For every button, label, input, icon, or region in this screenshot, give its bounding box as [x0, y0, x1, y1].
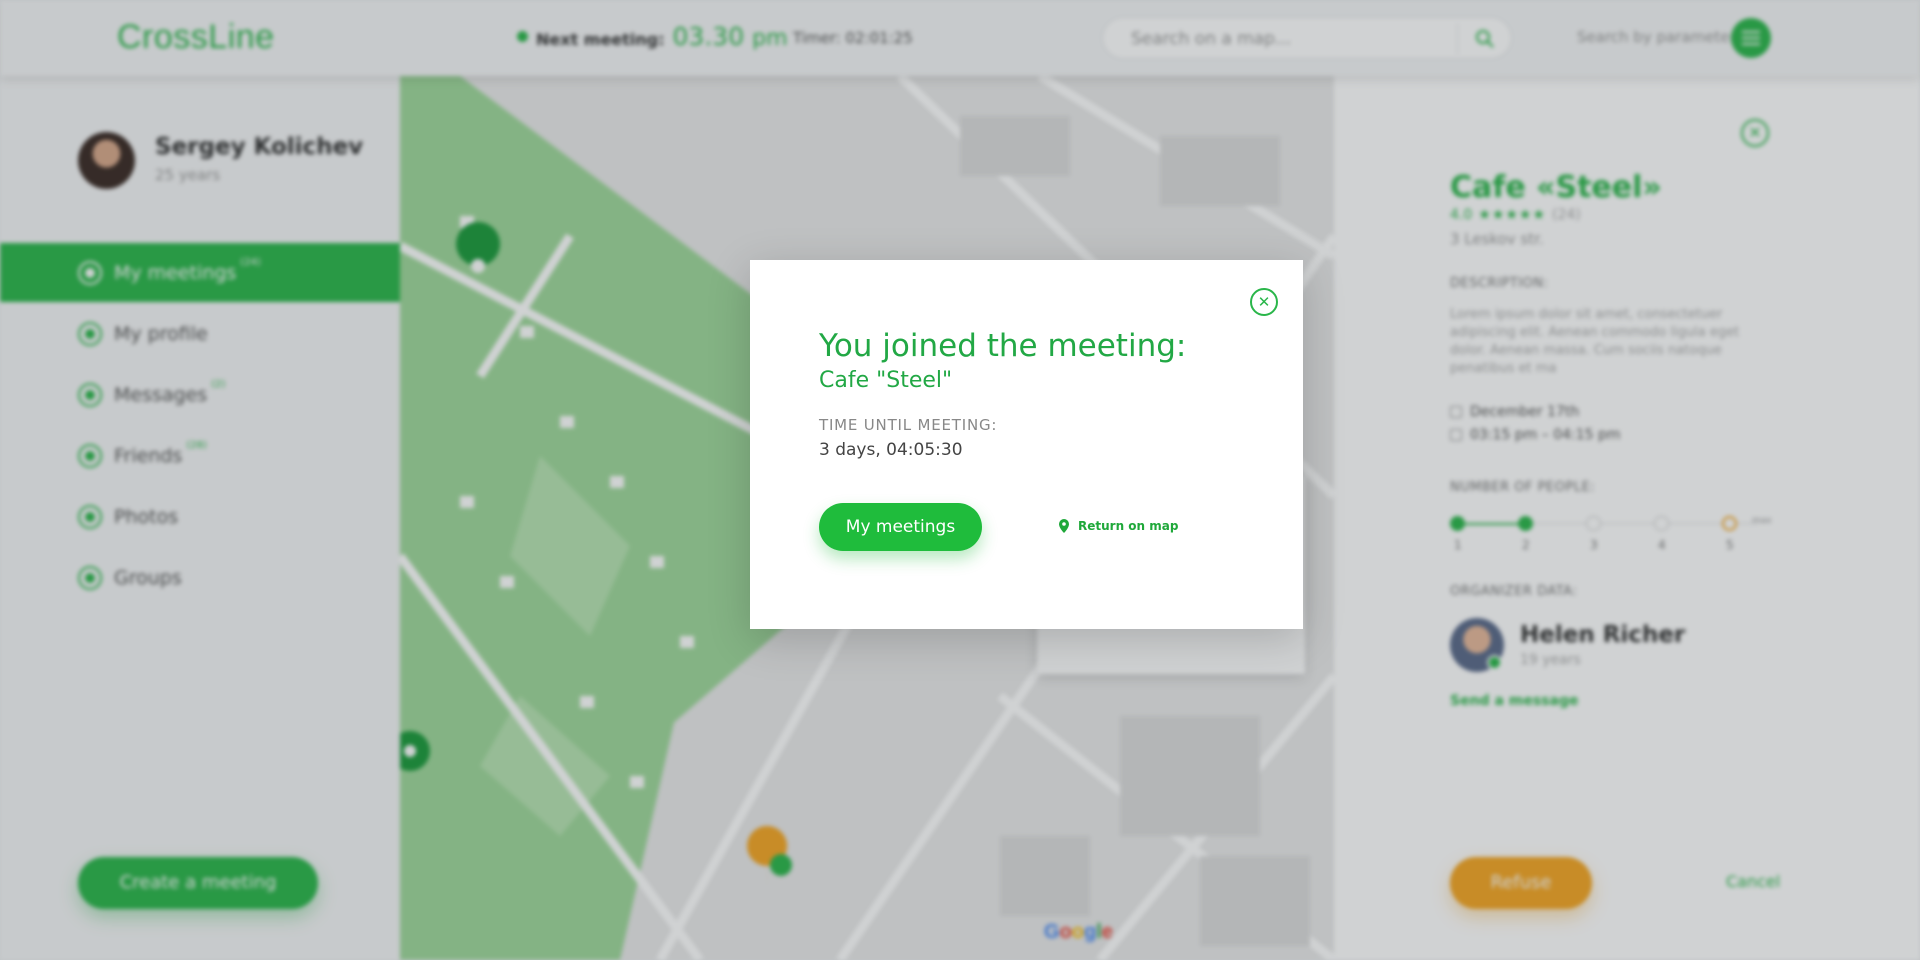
my-meetings-button[interactable]: My meetings [819, 503, 982, 551]
return-on-map-link[interactable]: Return on map [1058, 519, 1178, 533]
dialog-subtitle: Cafe "Steel" [819, 368, 953, 393]
dialog-title: You joined the meeting: [819, 328, 1187, 364]
time-until-label: Time until meeting: [819, 416, 998, 434]
return-on-map-label: Return on map [1078, 519, 1179, 533]
map-pin-icon [1059, 519, 1069, 533]
time-until-value: 3 days, 04:05:30 [819, 440, 963, 460]
joined-meeting-dialog: ✕ You joined the meeting: Cafe "Steel" T… [750, 260, 1303, 629]
close-icon[interactable]: ✕ [1250, 288, 1278, 316]
